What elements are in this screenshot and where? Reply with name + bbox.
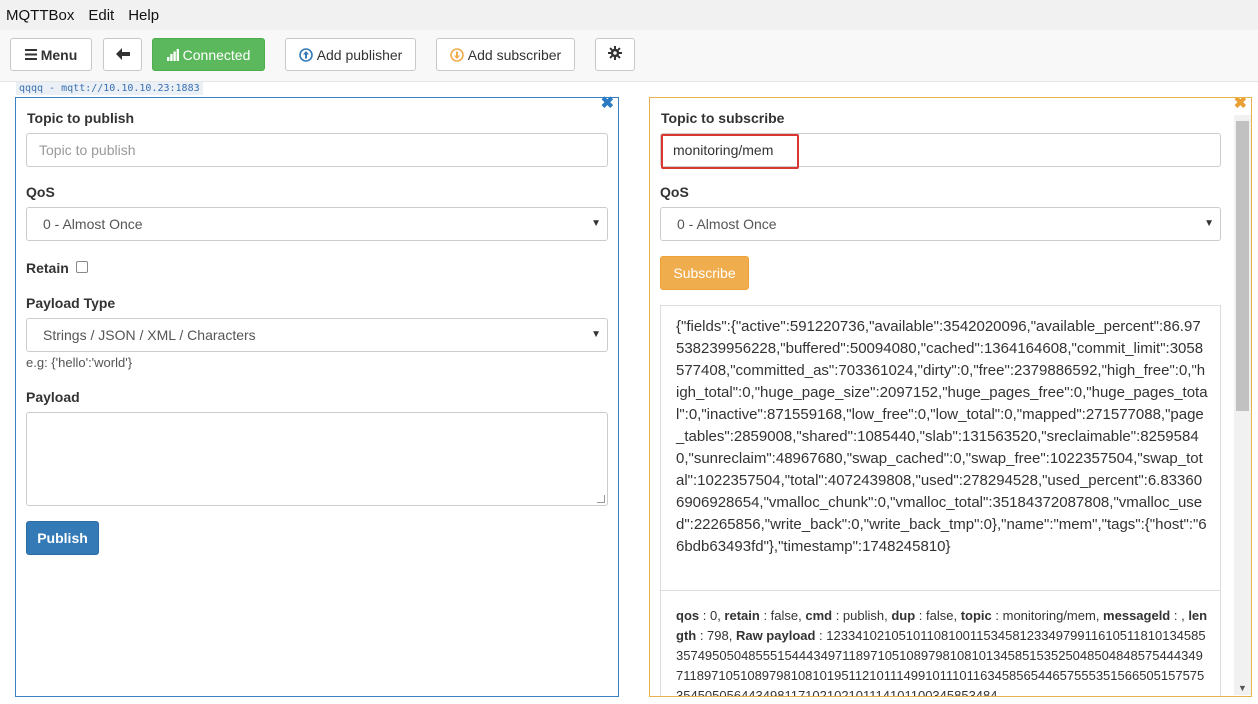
payload-type-value: Strings / JSON / XML / Characters (43, 327, 256, 343)
subscribe-qos-label: QoS (660, 184, 689, 200)
arrow-left-icon (115, 47, 130, 63)
dropdown-arrow-icon: ▼ (591, 329, 601, 340)
menu-bar: MQTTBox Edit Help (0, 0, 1258, 30)
menu-help[interactable]: Help (128, 7, 159, 24)
publish-qos-select[interactable]: 0 - Almost Once ▼ (26, 207, 608, 241)
publish-button[interactable]: Publish (26, 521, 99, 555)
subscribe-button[interactable]: Subscribe (660, 256, 749, 290)
retain-checkbox[interactable] (76, 261, 88, 273)
subscribe-qos-value: 0 - Almost Once (677, 216, 777, 232)
menu-button[interactable]: Menu (10, 38, 92, 71)
message-meta: qos : 0, retain : false, cmd : publish, … (676, 608, 1208, 697)
dropdown-arrow-icon: ▼ (1204, 218, 1214, 229)
message-payload: {"fields":{"active":591220736,"available… (676, 318, 1208, 555)
signal-bars-icon (166, 48, 179, 61)
publish-topic-input[interactable]: Topic to publish (26, 133, 608, 167)
publish-qos-value: 0 - Almost Once (43, 216, 143, 232)
add-subscriber-label: Add subscriber (467, 46, 562, 63)
payload-label: Payload (26, 389, 80, 405)
subscribe-topic-label: Topic to subscribe (661, 110, 785, 126)
settings-button[interactable] (595, 38, 635, 71)
menu-button-label: Menu (40, 46, 78, 63)
add-subscriber-button[interactable]: Add subscriber (436, 38, 575, 71)
add-publisher-button[interactable]: Add publisher (285, 38, 416, 71)
subscriber-scrollbar[interactable]: ▼ (1234, 115, 1251, 695)
payload-textarea[interactable] (26, 412, 608, 506)
close-publisher-icon[interactable]: ✖ (601, 96, 614, 112)
publisher-panel: ✖ Topic to publish Topic to publish QoS … (15, 96, 619, 697)
publish-qos-label: QoS (26, 184, 55, 200)
subscribe-topic-input[interactable]: monitoring/mem (660, 133, 1221, 167)
retain-label: Retain (26, 260, 69, 276)
gear-icon (608, 46, 622, 63)
payload-type-label: Payload Type (26, 295, 116, 311)
add-publisher-label: Add publisher (316, 46, 403, 63)
scrollbar-thumb[interactable] (1236, 121, 1249, 411)
toolbar: Menu Connected Add publisher Add subscri… (0, 30, 1258, 82)
arrow-down-circle-icon (449, 47, 464, 62)
payload-type-select[interactable]: Strings / JSON / XML / Characters ▼ (26, 318, 608, 352)
resize-grip-icon[interactable] (597, 495, 605, 503)
connected-button[interactable]: Connected (152, 38, 265, 71)
message-list: {"fields":{"active":591220736,"available… (660, 305, 1221, 697)
subscribe-qos-select[interactable]: 0 - Almost Once ▼ (660, 207, 1221, 241)
hamburger-icon (24, 49, 37, 60)
arrow-up-circle-icon (298, 47, 313, 62)
connected-label: Connected (182, 46, 251, 63)
back-button[interactable] (103, 38, 142, 71)
dropdown-arrow-icon: ▼ (591, 218, 601, 229)
payload-hint: e.g: {'hello':'world'} (26, 355, 133, 370)
message-divider (661, 590, 1220, 591)
subscriber-panel: ✖ Topic to subscribe monitoring/mem QoS … (649, 97, 1252, 697)
publish-topic-label: Topic to publish (27, 110, 135, 126)
menu-edit[interactable]: Edit (88, 7, 114, 24)
menu-app[interactable]: MQTTBox (6, 7, 74, 24)
close-subscriber-icon[interactable]: ✖ (1234, 98, 1247, 112)
scroll-down-icon[interactable]: ▼ (1238, 683, 1247, 693)
connection-label: qqqq - mqtt://10.10.10.23:1883 (16, 82, 203, 95)
